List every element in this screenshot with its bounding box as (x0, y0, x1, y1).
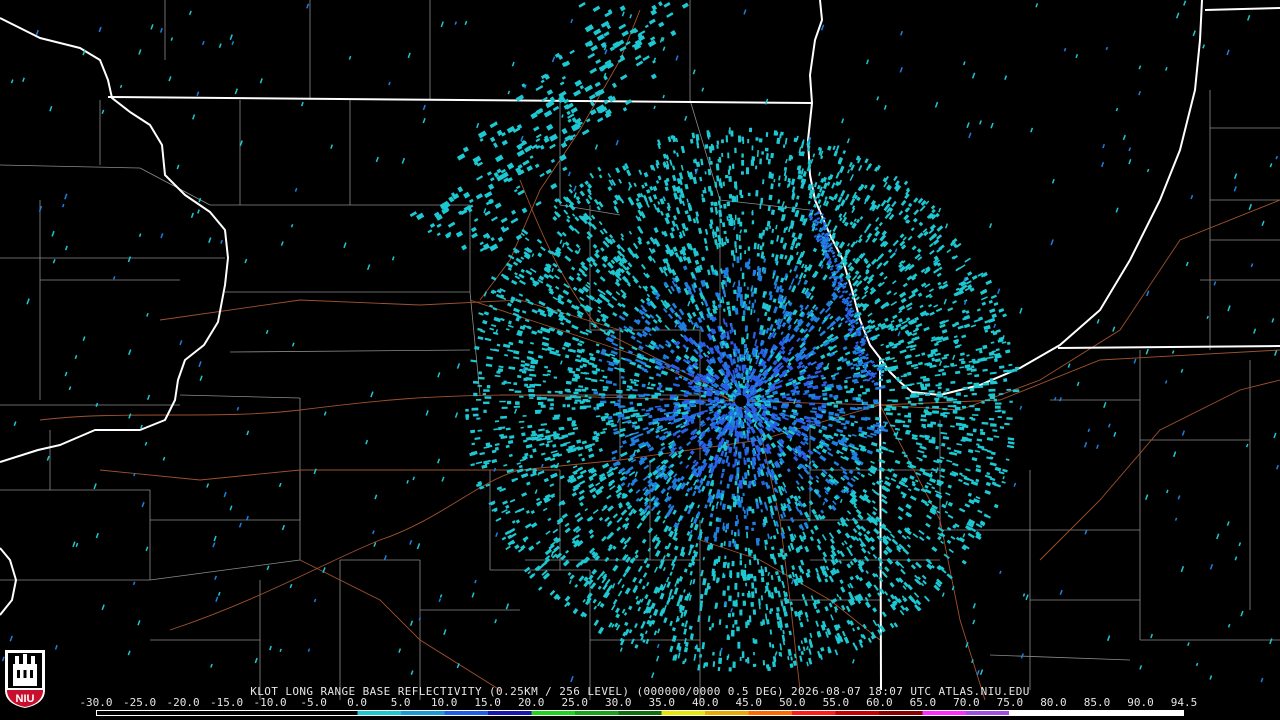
reflectivity-colorbar (96, 710, 1184, 716)
colorbar-tick-label: -5.0 (300, 696, 327, 709)
colorbar-tick-label: -10.0 (253, 696, 287, 709)
colorbar-tick-label: -30.0 (79, 696, 113, 709)
colorbar-tick-label: -20.0 (166, 696, 200, 709)
colorbar-tick-label: 25.0 (561, 696, 588, 709)
colorbar-tick-label: 60.0 (866, 696, 893, 709)
colorbar-tick-label: 50.0 (779, 696, 806, 709)
radar-site-marker (735, 395, 747, 407)
colorbar-tick-label: 55.0 (822, 696, 850, 709)
colorbar-tick-label: 75.0 (996, 696, 1024, 709)
colorbar-tick-label: 20.0 (517, 696, 545, 709)
colorbar-tick-label: 30.0 (604, 696, 632, 709)
colorbar-tick-label: 35.0 (648, 696, 676, 709)
colorbar-tick-label: 40.0 (692, 696, 719, 709)
colorbar-tick-labels: -30.0 -25.0 -20.0 -15.0 -10.0 -5.0 0.0 5.0 10.0 1… (79, 696, 1197, 709)
colorbar-tick-label: 45.0 (735, 696, 763, 709)
colorbar-tick-label: 65.0 (909, 696, 937, 709)
colorbar-tick-label: -25.0 (122, 696, 157, 709)
radar-map (0, 0, 1280, 720)
colorbar-tick-label: 10.0 (430, 696, 458, 709)
colorbar-tick-label: 94.5 (1170, 696, 1198, 709)
colorbar-tick-label: 90.0 (1127, 696, 1154, 709)
colorbar-tick-label: 70.0 (953, 696, 980, 709)
niu-logo: NIU (5, 650, 45, 708)
colorbar-tick-label: 85.0 (1083, 696, 1111, 709)
colorbar-tick-label: 15.0 (474, 696, 501, 709)
colorbar-tick-label: 0.0 (347, 696, 368, 709)
colorbar-tick-label: -15.0 (209, 696, 244, 709)
colorbar-tick-label: 5.0 (390, 696, 411, 709)
logo-text: NIU (16, 693, 35, 705)
colorbar-tick-label: 80.0 (1040, 696, 1067, 709)
